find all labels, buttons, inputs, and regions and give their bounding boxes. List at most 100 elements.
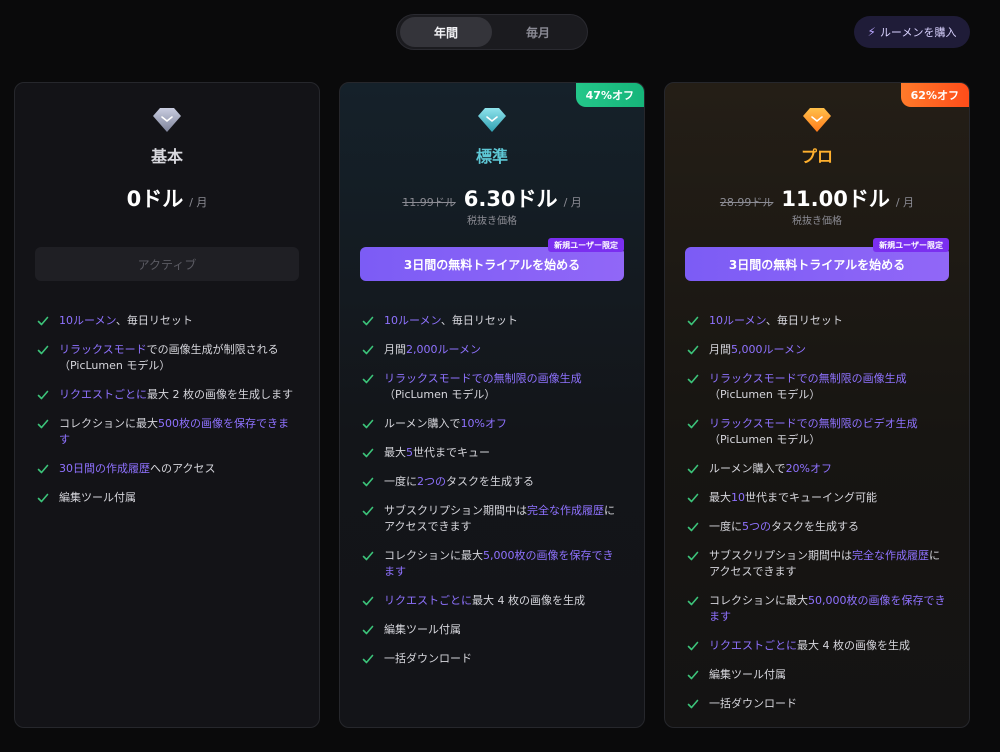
check-icon	[362, 596, 374, 606]
active-plan-button[interactable]: アクティブ	[35, 247, 299, 281]
tab-yearly[interactable]: 年間	[400, 17, 492, 47]
feature-list: 10ルーメン、毎日リセット 月間2,000ルーメン リラックスモードでの無制限の画像…	[362, 313, 622, 680]
feature-item: 月間5,000ルーメン	[687, 342, 947, 358]
feature-segment: 、毎日リセット	[765, 314, 843, 327]
feature-segment: タスクを生成する	[771, 520, 859, 533]
feature-text: 編集ツール付属	[709, 667, 947, 683]
feature-text: リラックスモードでの画像生成が制限される（PicLumen モデル）	[59, 342, 297, 374]
check-icon	[362, 316, 374, 326]
plan-name: プロ	[800, 147, 833, 166]
feature-segment: 一括ダウンロード	[384, 652, 472, 665]
feature-item: 30日間の作成履歴へのアクセス	[37, 461, 297, 477]
feature-text: ルーメン購入で10%オフ	[384, 416, 622, 432]
feature-item: 一括ダウンロード	[687, 696, 947, 712]
feature-highlight: 5つの	[742, 520, 771, 533]
feature-item: 10ルーメン、毎日リセット	[687, 313, 947, 329]
feature-text: 一括ダウンロード	[384, 651, 622, 667]
orange-diamond-icon	[803, 108, 831, 132]
feature-text: リラックスモードでの無制限のビデオ生成 （PicLumen モデル）	[709, 416, 947, 448]
feature-text: リクエストごとに最大 4 枚の画像を生成	[384, 593, 622, 609]
check-icon	[687, 374, 699, 384]
feature-item: 最大10世代までキューイング可能	[687, 490, 947, 506]
buy-lumens-button[interactable]: ⚡ ルーメンを購入	[854, 16, 970, 48]
feature-item: 最大5世代までキュー	[362, 445, 622, 461]
billing-period-toggle: 年間 毎月	[396, 14, 588, 50]
feature-text: サブスクリプション期間中は完全な作成履歴にアクセスできます	[384, 503, 622, 535]
feature-segment: 一括ダウンロード	[709, 697, 797, 710]
feature-text: コレクションに最大500枚の画像を保存できます	[59, 416, 297, 448]
feature-segment: 、毎日リセット	[440, 314, 518, 327]
price-row: 11.99ドル 6.30ドル / 月	[340, 183, 644, 213]
feature-segment: サブスクリプション期間中は	[384, 504, 527, 517]
price-period: / 月	[563, 196, 582, 209]
feature-item: サブスクリプション期間中は完全な作成履歴にアクセスできます	[687, 548, 947, 580]
feature-item: リラックスモードでの無制限の画像生成 （PicLumen モデル）	[687, 371, 947, 403]
feature-segment: コレクションに最大	[59, 417, 158, 430]
feature-item: 10ルーメン、毎日リセット	[362, 313, 622, 329]
original-price: 11.99ドル	[402, 196, 456, 209]
feature-item: 編集ツール付属	[687, 667, 947, 683]
feature-item: ルーメン購入で20%オフ	[687, 461, 947, 477]
feature-text: 編集ツール付属	[59, 490, 297, 506]
feature-text: 最大10世代までキューイング可能	[709, 490, 947, 506]
check-icon	[37, 390, 49, 400]
feature-highlight: 2つの	[417, 475, 446, 488]
feature-text: リラックスモードでの無制限の画像生成 （PicLumen モデル）	[709, 371, 947, 403]
check-icon	[687, 522, 699, 532]
check-icon	[362, 625, 374, 635]
feature-text: 一度に5つのタスクを生成する	[709, 519, 947, 535]
check-icon	[687, 596, 699, 606]
feature-segment: 一度に	[709, 520, 742, 533]
feature-text: 10ルーメン、毎日リセット	[59, 313, 297, 329]
feature-list: 10ルーメン、毎日リセットリラックスモードでの画像生成が制限される（PicLum…	[37, 313, 297, 519]
feature-highlight: リラックスモードでの無制限の画像生成	[709, 372, 907, 385]
plan-name: 標準	[475, 147, 508, 166]
check-icon	[37, 464, 49, 474]
tax-note: 税抜き価格	[792, 216, 842, 227]
feature-segment: 最大 4 枚の画像を生成	[472, 594, 585, 607]
feature-text: 最大5世代までキュー	[384, 445, 622, 461]
feature-highlight: リラックスモードでの無制限のビデオ生成	[709, 417, 918, 430]
check-icon	[362, 477, 374, 487]
check-icon	[687, 345, 699, 355]
plan-card-basic: 基本 0ドル / 月 アクティブ 10ルーメン、毎日リセット リラックスモードでの…	[14, 82, 320, 728]
feature-text: ルーメン購入で20%オフ	[709, 461, 947, 477]
feature-segment: 月間	[709, 343, 731, 356]
check-icon	[687, 670, 699, 680]
feature-segment: へのアクセス	[150, 462, 216, 475]
feature-text: リクエストごとに最大 4 枚の画像を生成	[709, 638, 947, 654]
feature-text: リクエストごとに最大 2 枚の画像を生成します	[59, 387, 297, 403]
gray-diamond-icon	[153, 108, 181, 132]
feature-item: 月間2,000ルーメン	[362, 342, 622, 358]
feature-list: 10ルーメン、毎日リセット 月間5,000ルーメンリラックスモードでの無制限の画像…	[687, 313, 947, 725]
price-period: / 月	[895, 196, 915, 209]
check-icon	[687, 419, 699, 429]
feature-segment: 月間	[384, 343, 406, 356]
check-icon	[362, 506, 374, 516]
feature-segment: サブスクリプション期間中は	[709, 549, 852, 562]
price-period: / 月	[189, 196, 208, 209]
feature-highlight: 10ルーメン	[384, 314, 441, 327]
feature-segment: ルーメン購入で	[709, 462, 786, 475]
feature-segment: 一度に	[384, 475, 417, 488]
feature-highlight: 10ルーメン	[59, 314, 116, 327]
feature-highlight: リクエストごとに	[384, 594, 472, 607]
feature-highlight: 10	[731, 491, 745, 504]
start-trial-button[interactable]: 3日間の無料トライアルを始める	[685, 247, 949, 281]
tax-note: 税抜き価格	[467, 216, 517, 227]
tab-monthly[interactable]: 毎月	[492, 17, 584, 47]
feature-highlight: 10%オフ	[460, 417, 508, 430]
feature-highlight: リクエストごとに	[59, 388, 147, 401]
check-icon	[687, 699, 699, 709]
price-row: 0ドル / 月	[15, 183, 319, 213]
feature-item: 一括ダウンロード	[362, 651, 622, 667]
feature-item: 一度に2つのタスクを生成する	[362, 474, 622, 490]
feature-item: リラックスモードでの無制限のビデオ生成 （PicLumen モデル）	[687, 416, 947, 448]
feature-item: 一度に5つのタスクを生成する	[687, 519, 947, 535]
check-icon	[362, 419, 374, 429]
plan-card-pro: 62%オフ プロ 28.99ドル 11.00ドル / 月 税抜き価格 3日間の無…	[664, 82, 970, 728]
feature-highlight: 5	[406, 446, 413, 459]
start-trial-button[interactable]: 3日間の無料トライアルを始める	[360, 247, 624, 281]
check-icon	[687, 464, 699, 474]
feature-highlight: 30日間の作成履歴	[59, 462, 150, 475]
